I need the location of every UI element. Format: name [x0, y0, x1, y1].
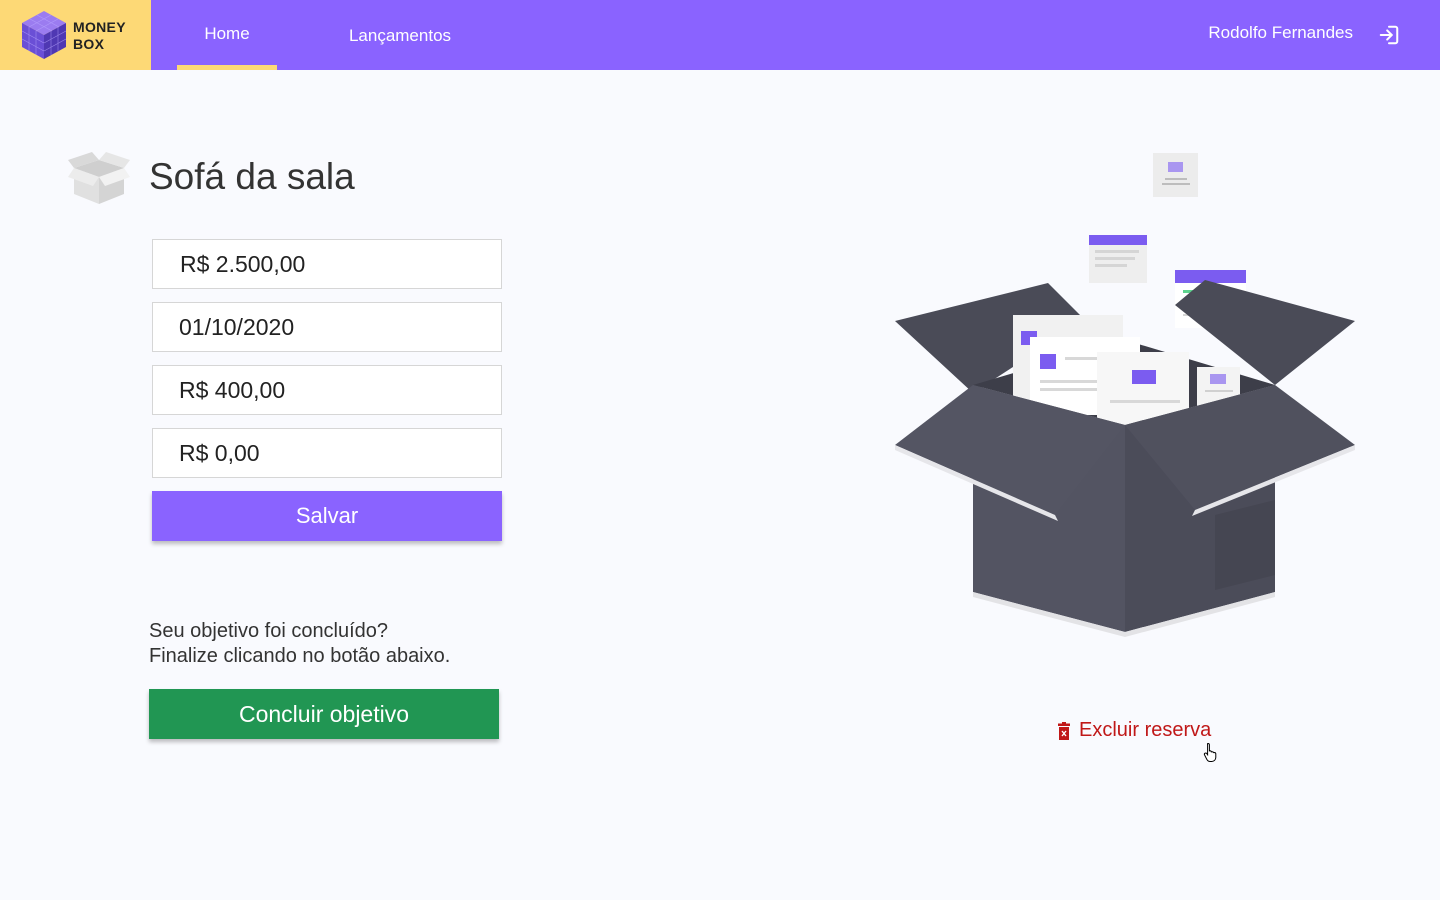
- open-box-illustration: [895, 153, 1355, 637]
- user-name: Rodolfo Fernandes: [1208, 23, 1353, 42]
- open-box-icon: [68, 152, 130, 204]
- logout-icon[interactable]: [1378, 24, 1400, 46]
- nav-tab-lancamentos-label: Lançamentos: [348, 26, 452, 45]
- trash-icon: [1058, 721, 1070, 740]
- logo-line-1: MONEY: [73, 19, 126, 35]
- target-amount-input[interactable]: [152, 239, 502, 289]
- delete-reserve-label: Excluir reserva: [1079, 719, 1212, 741]
- logo-text: MONEY BOX: [73, 19, 126, 53]
- hand-cursor-icon: [1203, 742, 1217, 762]
- complete-goal-button[interactable]: Concluir objetivo: [149, 689, 499, 739]
- goal-title: Sofá da sala: [149, 156, 355, 197]
- nav-tab-home-label: Home: [204, 24, 250, 43]
- finish-message-line-2: Finalize clicando no botão abaixo.: [149, 645, 451, 667]
- delete-reserve-link[interactable]: Excluir reserva: [1057, 719, 1211, 742]
- top-navbar: MONEY BOX Home Lançamentos Rodolfo Ferna…: [0, 0, 1440, 70]
- saved-amount-input[interactable]: [152, 428, 502, 478]
- finish-message: Seu objetivo foi concluído? Finalize cli…: [149, 619, 450, 669]
- logo-line-2: BOX: [73, 36, 105, 52]
- active-tab-indicator: [177, 65, 277, 70]
- save-button[interactable]: Salvar: [152, 491, 502, 541]
- finish-message-line-1: Seu objetivo foi concluído?: [149, 620, 389, 642]
- logo[interactable]: MONEY BOX: [0, 0, 151, 70]
- target-date-input[interactable]: [152, 302, 502, 352]
- nav-tab-lancamentos[interactable]: Lançamentos: [330, 1, 470, 71]
- monthly-amount-input[interactable]: [152, 365, 502, 415]
- nav-tab-home[interactable]: Home: [177, 0, 277, 70]
- cube-logo-icon: [21, 11, 67, 59]
